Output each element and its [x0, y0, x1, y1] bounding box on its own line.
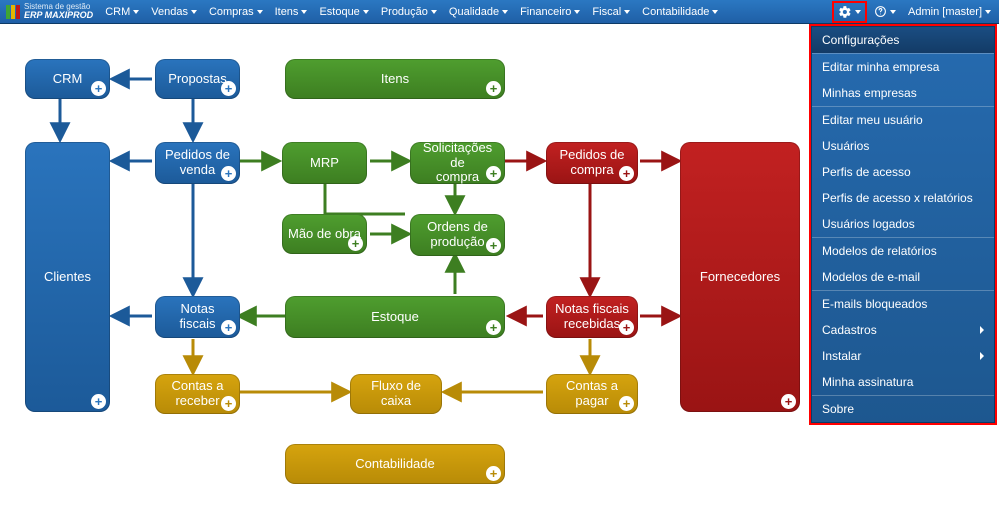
- add-icon[interactable]: [221, 81, 236, 96]
- nav-item-itens[interactable]: Itens: [269, 0, 314, 24]
- node-contas-receber[interactable]: Contas areceber: [155, 374, 240, 414]
- dd-item-modelos-email[interactable]: Modelos de e-mail: [812, 264, 994, 290]
- node-fornecedores[interactable]: Fornecedores: [680, 142, 800, 412]
- dd-item-usuarios-logados[interactable]: Usuários logados: [812, 211, 994, 237]
- node-ordens-prod[interactable]: Ordens deprodução: [410, 214, 505, 256]
- add-icon[interactable]: [781, 394, 796, 409]
- nav-item-qualidade[interactable]: Qualidade: [443, 0, 514, 24]
- dd-item-perfis-acesso-relatorios[interactable]: Perfis de acesso x relatórios: [812, 185, 994, 211]
- chevron-down-icon: [191, 10, 197, 14]
- add-icon[interactable]: [619, 320, 634, 335]
- add-icon[interactable]: [486, 238, 501, 253]
- add-icon[interactable]: [91, 81, 106, 96]
- dd-item-perfis-acesso[interactable]: Perfis de acesso: [812, 159, 994, 185]
- chevron-down-icon: [855, 10, 861, 14]
- add-icon[interactable]: [619, 166, 634, 181]
- node-propostas[interactable]: Propostas: [155, 59, 240, 99]
- chevron-down-icon: [712, 10, 718, 14]
- nav-item-compras[interactable]: Compras: [203, 0, 269, 24]
- dd-item-editar-minha-empresa[interactable]: Editar minha empresa: [812, 54, 994, 80]
- node-itens[interactable]: Itens: [285, 59, 505, 99]
- nav-item-financeiro[interactable]: Financeiro: [514, 0, 586, 24]
- node-nf-recebidas[interactable]: Notas fiscaisrecebidas: [546, 296, 638, 338]
- chevron-down-icon: [363, 10, 369, 14]
- gear-icon: [838, 5, 852, 19]
- settings-dropdown: Configurações Editar minha empresa Minha…: [809, 24, 997, 425]
- dd-item-usuarios[interactable]: Usuários: [812, 133, 994, 159]
- dd-item-editar-meu-usuario[interactable]: Editar meu usuário: [812, 107, 994, 133]
- dd-item-modelos-relatorios[interactable]: Modelos de relatórios: [812, 238, 994, 264]
- add-icon[interactable]: [619, 396, 634, 411]
- chevron-down-icon: [574, 10, 580, 14]
- main-menu: CRM Vendas Compras Itens Estoque Produçã…: [99, 0, 832, 24]
- node-contabilidade[interactable]: Contabilidade: [285, 444, 505, 484]
- node-solic-compra[interactable]: Solicitações decompra: [410, 142, 505, 184]
- chevron-down-icon: [624, 10, 630, 14]
- nav-item-contabilidade[interactable]: Contabilidade: [636, 0, 724, 24]
- nav-item-crm[interactable]: CRM: [99, 0, 145, 24]
- settings-menu-button[interactable]: [832, 1, 867, 23]
- node-clientes[interactable]: Clientes: [25, 142, 110, 412]
- node-pedidos-compra[interactable]: Pedidos decompra: [546, 142, 638, 184]
- chevron-down-icon: [301, 10, 307, 14]
- help-icon: [873, 5, 887, 19]
- chevron-down-icon: [890, 10, 896, 14]
- nav-right-group: Admin [master]: [832, 0, 997, 24]
- brand-logo: Sistema de gestão ERP MAXIPROD: [2, 3, 99, 20]
- dd-item-minhas-empresas[interactable]: Minhas empresas: [812, 80, 994, 106]
- add-icon[interactable]: [348, 236, 363, 251]
- help-menu-button[interactable]: [867, 0, 902, 24]
- brand-bottom-text: ERP MAXIPROD: [24, 11, 93, 20]
- chevron-right-icon: [980, 326, 984, 334]
- node-mrp[interactable]: MRP: [282, 142, 367, 184]
- add-icon[interactable]: [91, 394, 106, 409]
- nav-item-producao[interactable]: Produção: [375, 0, 443, 24]
- node-contas-pagar[interactable]: Contas apagar: [546, 374, 638, 414]
- add-icon[interactable]: [486, 320, 501, 335]
- add-icon[interactable]: [486, 166, 501, 181]
- nav-item-estoque[interactable]: Estoque: [313, 0, 374, 24]
- admin-user-menu[interactable]: Admin [master]: [902, 0, 997, 24]
- add-icon[interactable]: [486, 466, 501, 481]
- nav-item-vendas[interactable]: Vendas: [145, 0, 203, 24]
- dd-item-cadastros[interactable]: Cadastros: [812, 317, 994, 343]
- chevron-down-icon: [133, 10, 139, 14]
- logo-bars-icon: [6, 5, 20, 19]
- chevron-down-icon: [431, 10, 437, 14]
- chevron-down-icon: [985, 10, 991, 14]
- dd-item-configuracoes[interactable]: Configurações: [812, 27, 994, 53]
- chevron-right-icon: [980, 352, 984, 360]
- add-icon[interactable]: [221, 320, 236, 335]
- node-pedidos-venda[interactable]: Pedidos devenda: [155, 142, 240, 184]
- dd-item-emails-bloqueados[interactable]: E-mails bloqueados: [812, 291, 994, 317]
- nav-item-fiscal[interactable]: Fiscal: [586, 0, 636, 24]
- node-crm[interactable]: CRM: [25, 59, 110, 99]
- chevron-down-icon: [502, 10, 508, 14]
- dd-item-sobre[interactable]: Sobre: [812, 396, 994, 422]
- dd-item-instalar[interactable]: Instalar: [812, 343, 994, 369]
- top-nav: Sistema de gestão ERP MAXIPROD CRM Venda…: [0, 0, 999, 24]
- add-icon[interactable]: [221, 396, 236, 411]
- add-icon[interactable]: [221, 166, 236, 181]
- node-notas-fiscais[interactable]: Notasfiscais: [155, 296, 240, 338]
- node-fluxo-caixa[interactable]: Fluxo decaixa: [350, 374, 442, 414]
- add-icon[interactable]: [486, 81, 501, 96]
- node-estoque[interactable]: Estoque: [285, 296, 505, 338]
- chevron-down-icon: [257, 10, 263, 14]
- dd-item-minha-assinatura[interactable]: Minha assinatura: [812, 369, 994, 395]
- node-mao-obra[interactable]: Mão de obra: [282, 214, 367, 254]
